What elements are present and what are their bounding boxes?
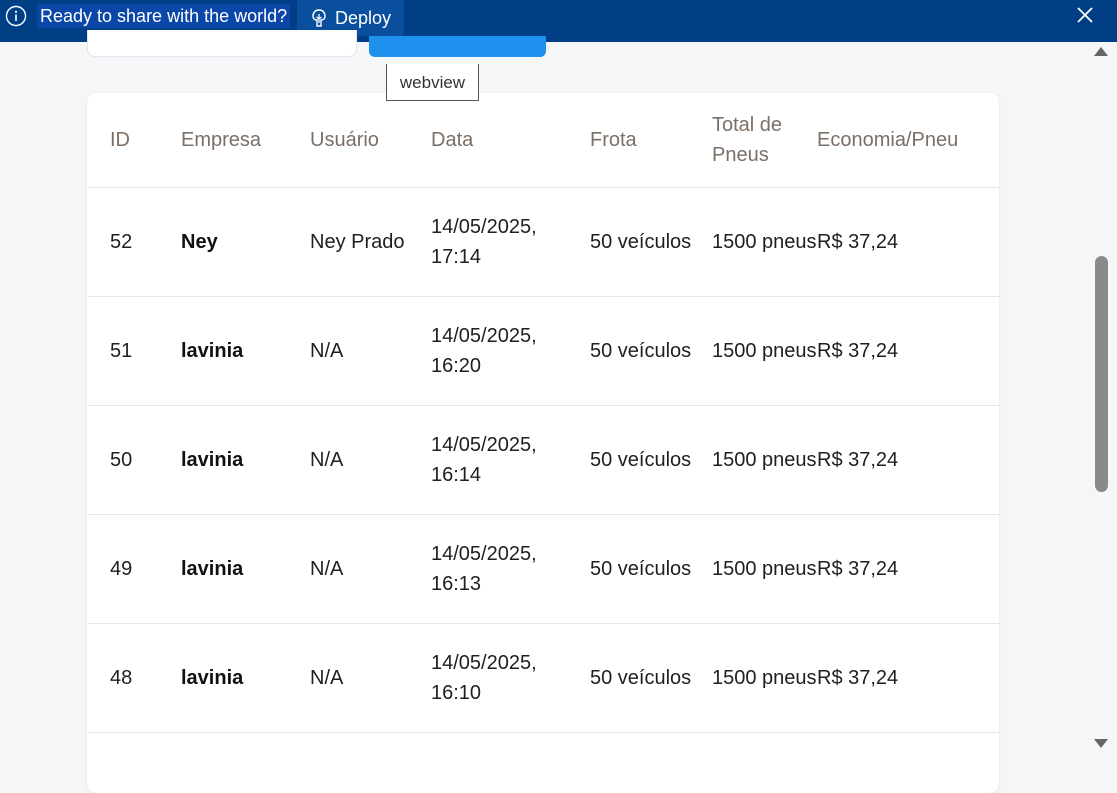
- deploy-label: Deploy: [335, 7, 392, 28]
- cell-data: 14/05/2025, 16:10: [431, 623, 590, 733]
- cell-frota: 50 veículos: [590, 187, 712, 297]
- cell-usuario: Ney Prado: [310, 187, 431, 297]
- cell-id: 51: [87, 296, 181, 406]
- cell-empresa: lavinia: [181, 405, 310, 515]
- cell-empresa: Ney: [181, 187, 310, 297]
- results-table: ID Empresa Usuário Data Frota Total de P…: [87, 93, 999, 733]
- header-total-pneus[interactable]: Total de Pneus: [712, 93, 817, 188]
- cell-frota: 50 veículos: [590, 514, 712, 624]
- webview-tooltip: webview: [386, 64, 479, 101]
- search-input[interactable]: [87, 30, 357, 57]
- cell-data: 14/05/2025, 17:14: [431, 187, 590, 297]
- header-id[interactable]: ID: [87, 93, 181, 188]
- close-icon[interactable]: [1074, 4, 1096, 26]
- cell-data: 14/05/2025, 16:20: [431, 296, 590, 406]
- cell-economia: R$ 37,24: [817, 514, 999, 624]
- cell-economia: R$ 37,24: [817, 623, 999, 733]
- cell-frota: 50 veículos: [590, 405, 712, 515]
- table-row[interactable]: 48 lavinia N/A 14/05/2025, 16:10 50 veíc…: [87, 623, 999, 733]
- scroll-up-arrow-icon[interactable]: [1094, 47, 1108, 56]
- header-economia-pneu[interactable]: Economia/Pneu: [817, 93, 999, 188]
- cell-total-pneus: 1500 pneus: [712, 187, 817, 297]
- header-empresa[interactable]: Empresa: [181, 93, 310, 188]
- cell-usuario: N/A: [310, 623, 431, 733]
- cell-total-pneus: 1500 pneus: [712, 514, 817, 624]
- cell-frota: 50 veículos: [590, 623, 712, 733]
- cell-economia: R$ 37,24: [817, 405, 999, 515]
- info-icon: [5, 5, 27, 27]
- cell-id: 49: [87, 514, 181, 624]
- table-header-row: ID Empresa Usuário Data Frota Total de P…: [87, 93, 999, 188]
- cell-empresa: lavinia: [181, 296, 310, 406]
- cell-usuario: N/A: [310, 296, 431, 406]
- primary-action-button[interactable]: [369, 36, 546, 57]
- cell-data: 14/05/2025, 16:13: [431, 514, 590, 624]
- table-row[interactable]: 51 lavinia N/A 14/05/2025, 16:20 50 veíc…: [87, 296, 999, 406]
- cell-usuario: N/A: [310, 514, 431, 624]
- cell-empresa: lavinia: [181, 623, 310, 733]
- table-row[interactable]: 49 lavinia N/A 14/05/2025, 16:13 50 veíc…: [87, 514, 999, 624]
- header-frota[interactable]: Frota: [590, 93, 712, 188]
- cell-frota: 50 veículos: [590, 296, 712, 406]
- cell-usuario: N/A: [310, 405, 431, 515]
- banner-message: Ready to share with the world?: [37, 4, 291, 28]
- cell-total-pneus: 1500 pneus: [712, 623, 817, 733]
- header-usuario[interactable]: Usuário: [310, 93, 431, 188]
- results-table-card: ID Empresa Usuário Data Frota Total de P…: [87, 93, 999, 793]
- scrollbar-thumb[interactable]: [1095, 256, 1108, 492]
- cell-total-pneus: 1500 pneus: [712, 405, 817, 515]
- cell-empresa: lavinia: [181, 514, 310, 624]
- table-row[interactable]: 50 lavinia N/A 14/05/2025, 16:14 50 veíc…: [87, 405, 999, 515]
- cell-economia: R$ 37,24: [817, 187, 999, 297]
- cell-economia: R$ 37,24: [817, 296, 999, 406]
- cell-data: 14/05/2025, 16:14: [431, 405, 590, 515]
- deploy-icon: [312, 9, 326, 27]
- cell-id: 48: [87, 623, 181, 733]
- table-row[interactable]: 52 Ney Ney Prado 14/05/2025, 17:14 50 ve…: [87, 187, 999, 297]
- scroll-down-arrow-icon[interactable]: [1094, 739, 1108, 748]
- cell-id: 52: [87, 187, 181, 297]
- header-data[interactable]: Data: [431, 93, 590, 188]
- cell-id: 50: [87, 405, 181, 515]
- cell-total-pneus: 1500 pneus: [712, 296, 817, 406]
